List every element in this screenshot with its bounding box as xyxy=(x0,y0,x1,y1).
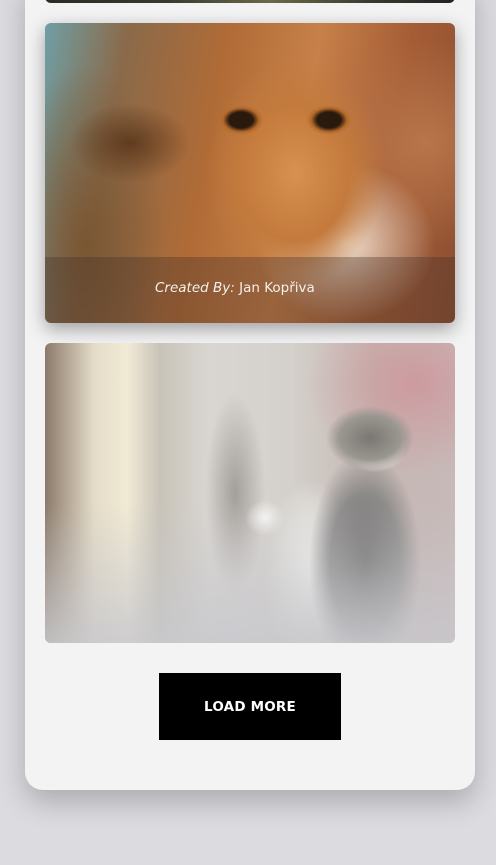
gallery-image-grey-cat[interactable] xyxy=(45,343,455,643)
caption-prefix: Created By: xyxy=(155,280,235,296)
gallery-image-top-partial[interactable] xyxy=(45,0,455,3)
caption-author: Jan Kopřiva xyxy=(239,280,315,296)
gallery-card: Created By: Jan Kopřiva LOAD MORE xyxy=(25,0,475,790)
gallery-image-orange-cat[interactable] xyxy=(45,23,455,323)
load-more-button[interactable]: LOAD MORE xyxy=(159,673,341,740)
image-caption: Created By: Jan Kopřiva xyxy=(155,280,315,296)
